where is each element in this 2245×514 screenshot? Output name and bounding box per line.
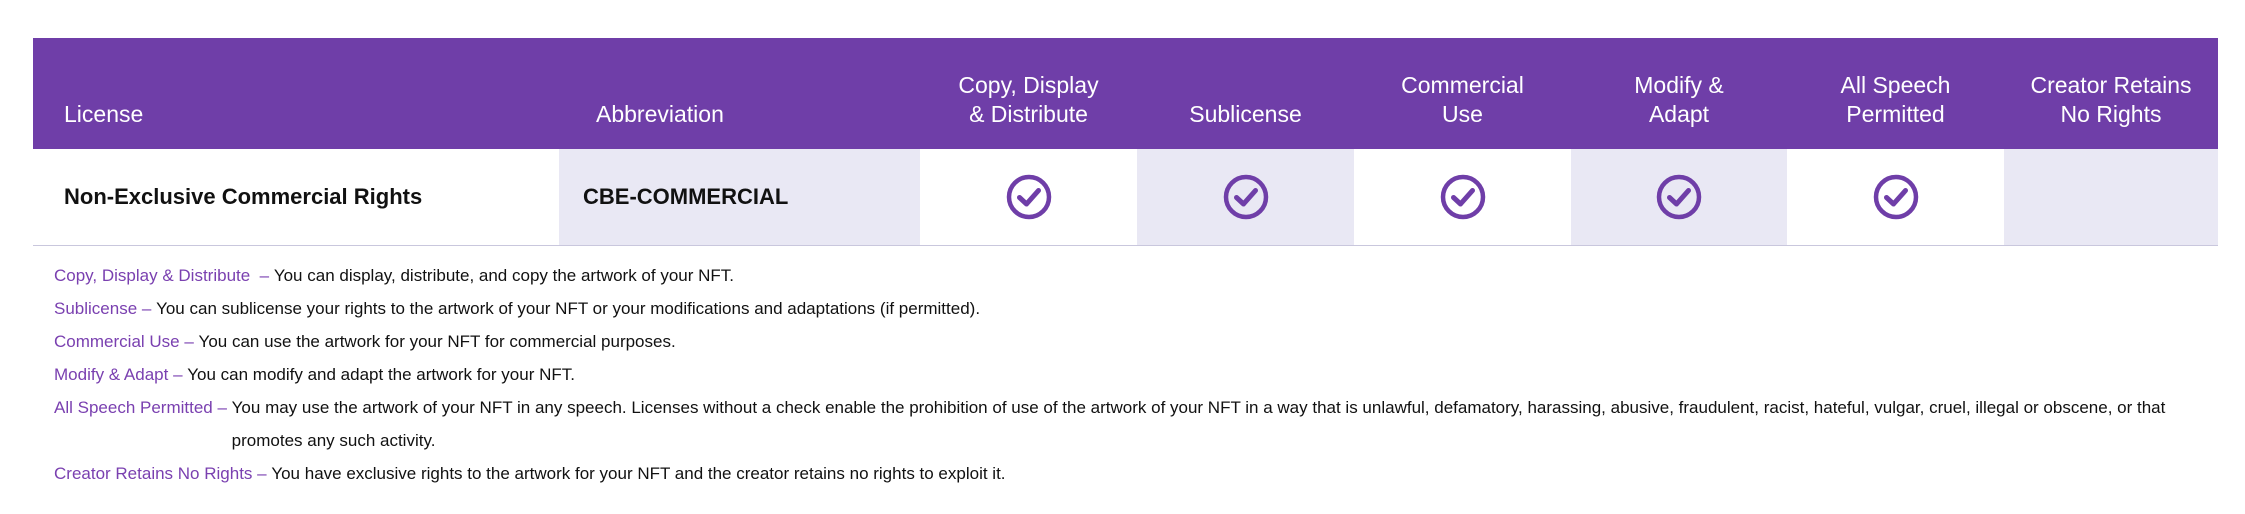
table-header-row: License Abbreviation Copy, Display & Dis… (33, 38, 2218, 149)
check-circle-icon (1440, 174, 1485, 219)
definition-term: Modify & Adapt – (54, 365, 188, 384)
definition-text: You have exclusive rights to the artwork… (271, 464, 1006, 483)
check-circle-icon (1656, 174, 1702, 219)
definition-text: You can use the artwork for your NFT for… (198, 332, 676, 351)
commercial-use-cell (1354, 149, 1571, 245)
header-modify-adapt: Modify & Adapt (1634, 72, 1724, 127)
copy-display-distribute-cell (920, 149, 1137, 245)
header-all-speech-permitted: All Speech Permitted (1840, 72, 1951, 127)
creator-retains-no-rights-cell (2004, 149, 2218, 245)
header-commercial-use: Commercial Use (1401, 72, 1524, 127)
license-table: License Abbreviation Copy, Display & Dis… (33, 38, 2218, 246)
header-sublicense: Sublicense (1189, 101, 1302, 127)
header-abbreviation: Abbreviation (596, 101, 724, 127)
modify-adapt-cell (1571, 149, 1787, 245)
definition-term: All Speech Permitted – (54, 398, 232, 417)
table-row: Non-Exclusive Commercial Rights CBE-COMM… (33, 149, 2218, 245)
definition-commercial-use: Commercial Use – You can use the artwork… (54, 325, 2224, 358)
check-circle-icon (1223, 174, 1268, 219)
license-table-wrapper: License Abbreviation Copy, Display & Dis… (33, 38, 2218, 246)
definition-text: You can display, distribute, and copy th… (273, 266, 735, 285)
definition-creator-retains-no-rights: Creator Retains No Rights – You have exc… (54, 457, 2224, 490)
definition-term: Commercial Use – (54, 332, 199, 351)
header-license: License (64, 101, 144, 127)
definition-text: You can modify and adapt the artwork for… (187, 365, 575, 384)
definition-all-speech-permitted: All Speech Permitted – You may use the a… (54, 391, 2224, 457)
header-copy-display-distribute: Copy, Display & Distribute (958, 72, 1099, 127)
header-creator-retains-no-rights: Creator Retains No Rights (2030, 72, 2192, 127)
check-circle-icon (1873, 174, 1918, 219)
definition-term: Copy, Display & Distribute – (54, 266, 274, 285)
sublicense-cell (1137, 149, 1354, 245)
definitions-list: Copy, Display & Distribute – You can dis… (54, 259, 2224, 490)
definition-sublicense: Sublicense – You can sublicense your rig… (54, 292, 2224, 325)
check-circle-icon (1006, 174, 1051, 219)
all-speech-permitted-cell (1787, 149, 2004, 245)
definition-modify-adapt: Modify & Adapt – You can modify and adap… (54, 358, 2224, 391)
definition-copy-display-distribute: Copy, Display & Distribute – You can dis… (54, 259, 2224, 292)
license-name-cell: Non-Exclusive Commercial Rights (64, 183, 423, 209)
definition-term: Sublicense – (54, 299, 157, 318)
definition-text: You can sublicense your rights to the ar… (156, 299, 981, 318)
definition-text: You may use the artwork of your NFT in a… (231, 398, 2166, 450)
abbreviation-cell: CBE-COMMERCIAL (559, 149, 920, 245)
definition-term: Creator Retains No Rights – (54, 464, 272, 483)
